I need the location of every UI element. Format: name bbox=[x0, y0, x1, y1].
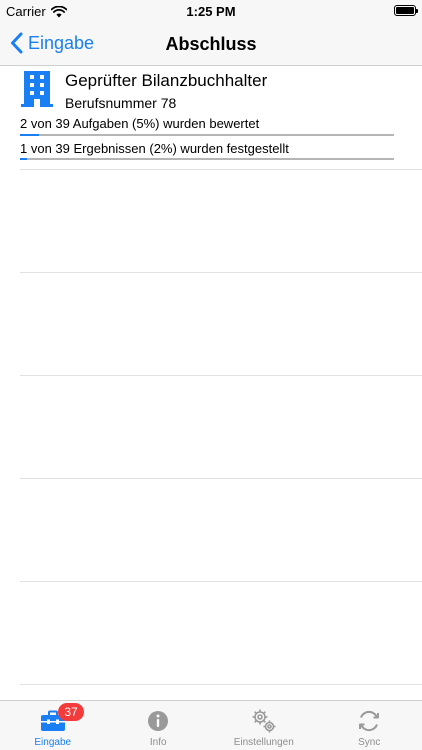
sync-icon bbox=[356, 707, 382, 735]
tab-label: Info bbox=[149, 737, 167, 748]
progress-fill bbox=[20, 158, 28, 160]
separator bbox=[20, 581, 422, 582]
progress-label-ergebnisse: 1 von 39 Ergebnissen (2%) wurden festges… bbox=[20, 141, 289, 156]
content-list: Geprüfter Bilanzbuchhalter Berufsnummer … bbox=[0, 66, 422, 700]
separator bbox=[20, 375, 422, 376]
tab-bar: Eingabe 37 Info Einstellungen Sync bbox=[0, 700, 422, 750]
tab-sync[interactable]: Sync bbox=[317, 701, 422, 750]
item-subtitle: Berufsnummer 78 bbox=[65, 95, 177, 111]
gears-icon bbox=[251, 707, 277, 735]
tab-eingabe[interactable]: Eingabe 37 bbox=[0, 701, 106, 750]
battery-icon bbox=[394, 5, 418, 16]
progress-fill bbox=[20, 134, 39, 136]
building-icon bbox=[21, 71, 53, 107]
progress-bar-ergebnisse bbox=[20, 158, 394, 160]
notification-badge: 37 bbox=[58, 703, 84, 721]
separator bbox=[20, 478, 422, 479]
tab-label: Eingabe bbox=[34, 737, 72, 748]
separator bbox=[20, 272, 422, 273]
separator bbox=[20, 684, 422, 685]
tab-label: Sync bbox=[358, 737, 381, 748]
status-time: 1:25 PM bbox=[186, 4, 236, 19]
tab-label: Einstellungen bbox=[233, 737, 294, 748]
tab-info[interactable]: Info bbox=[106, 701, 212, 750]
item-title: Geprüfter Bilanzbuchhalter bbox=[65, 71, 268, 90]
info-icon bbox=[147, 707, 169, 735]
tab-einstellungen[interactable]: Einstellungen bbox=[211, 701, 317, 750]
progress-label-aufgaben: 2 von 39 Aufgaben (5%) wurden bewertet bbox=[20, 116, 260, 131]
navigation-bar: Eingabe Abschluss bbox=[0, 22, 422, 66]
list-item[interactable]: Geprüfter Bilanzbuchhalter Berufsnummer … bbox=[20, 66, 422, 170]
progress-bar-aufgaben bbox=[20, 134, 394, 136]
status-bar: Carrier 1:25 PM bbox=[0, 0, 422, 22]
page-title: Abschluss bbox=[165, 34, 257, 54]
